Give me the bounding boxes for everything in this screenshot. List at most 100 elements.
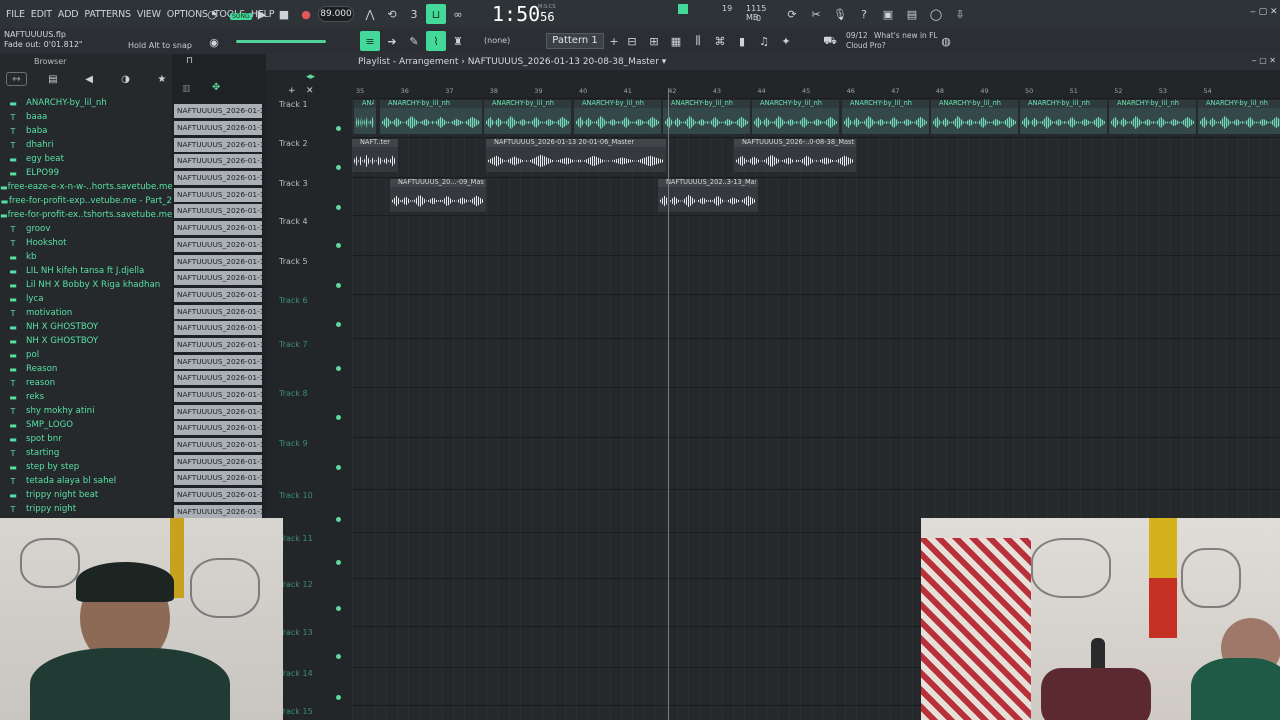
browser-item[interactable]: ▬ egy beat [0,152,172,166]
track-enable-dot[interactable] [336,283,341,288]
help-icon[interactable]: ? [854,4,874,24]
audio-clip[interactable]: ANARCHY-by_lil_nh [484,99,571,134]
star-icon[interactable]: ★ [152,72,172,86]
audio-clip[interactable]: NAFTUUUUS_202..3-13_Master [658,178,758,212]
save-icon[interactable]: ▣ [878,4,898,24]
mixer-icon[interactable]: ⊟ [622,31,642,51]
track-enable-dot[interactable] [336,415,341,420]
add-track-icon[interactable]: + [288,86,296,96]
clip-list-item[interactable]: NAFTUUUUS_2026-01-13... [174,387,264,404]
clip-list-item[interactable]: NAFTUUUUS_2026-01-13... [174,487,264,504]
track-header[interactable]: Track 7 [266,340,352,371]
playlist-window-controls[interactable]: ‒ ▢ ✕ [1252,56,1276,65]
audio-clip[interactable]: ANARCHY-by_lil_nh [380,99,482,134]
add-pattern-icon[interactable]: + [604,31,624,51]
piano-roll-icon[interactable]: ▦ [666,31,686,51]
browser-item[interactable]: Ttrippy night [0,502,172,516]
track-header[interactable]: Track 8 [266,389,352,420]
clip-list-item[interactable]: NAFTUUUUS_2026-01-13... [174,337,264,354]
track-header[interactable]: Track 1 [266,100,352,131]
browser-item[interactable]: ▬ reks [0,390,172,404]
speaker-icon[interactable]: ◀ [79,72,99,86]
arrangement-name[interactable]: NAFTUUUUS_2026-01-13 20-08-38_Master [468,57,659,67]
browser-item[interactable]: ▬ ANARCHY-by_lil_nh [0,96,172,110]
playhead[interactable] [668,88,669,720]
play-icon[interactable]: ▶ [252,4,272,24]
playlist-play-icon[interactable]: ◂▸ [306,72,315,82]
track-enable-dot[interactable] [336,366,341,371]
browser-item[interactable]: Tmotivation [0,306,172,320]
clip-list-item[interactable]: NAFTUUUUS_2026-01-13... [174,470,264,487]
timeline-ruler[interactable]: 35 36 37 38 39 40 41 42 43 44 45 46 47 48 49 50 51 52 53 54 [352,86,1280,98]
browser-item[interactable]: ▬ lyca [0,292,172,306]
browser-item[interactable]: ▬ kb [0,250,172,264]
file-icon[interactable]: ▤ [43,72,63,86]
clip-tool-icon[interactable]: ▥ [182,84,191,94]
microphone-icon[interactable]: 🎙 [830,4,850,24]
plugin-db-icon[interactable]: ⌘ [710,31,730,51]
audio-clip[interactable]: NAFTUUUUS_2026-01-13 20-01-06_Master [486,138,666,172]
track-enable-dot[interactable] [336,517,341,522]
tools-icon[interactable]: ✂ [806,4,826,24]
track-header[interactable]: Track 10 [266,491,352,522]
selection-dropdown[interactable]: (none) [484,36,510,45]
metronome-icon[interactable]: ⋀ [360,4,380,24]
step-edit-icon[interactable]: ⊔ [426,4,446,24]
browser-item[interactable]: ▬ trippy night beat [0,488,172,502]
audio-clip[interactable]: ANARCHY-by_lil_nh [1020,99,1107,134]
browser-item[interactable]: ▬ NH X GHOSTBOY [0,334,172,348]
browser-item[interactable]: Tgroov [0,222,172,236]
vocalize-icon[interactable]: ✦ [776,31,796,51]
clip-list-item[interactable]: NAFTUUUUS_2026-01-13... [174,287,264,304]
menu-view[interactable]: VIEW [137,9,161,20]
browser-item[interactable]: ▬ free-eaze-e-x-n-w-..horts.savetube.me [0,180,172,194]
window-controls[interactable]: ‒ ▢ ✕ [1250,7,1278,17]
snap-icon[interactable]: ✥ [212,82,220,93]
master-volume-slider[interactable] [236,40,326,43]
track-enable-dot[interactable] [336,243,341,248]
audio-clip[interactable]: ANARCHY-by_lil_nh [1109,99,1196,134]
clip-list-item[interactable]: NAFTUUUUS_2026-01-13... [174,453,264,470]
browser-item[interactable]: ▬ free-for-profit-ex..tshorts.savetube.me [0,208,172,222]
audio-clip[interactable]: NAFTUUUUS_20...-09_Master [390,178,486,212]
refresh-icon[interactable]: ⟳ [782,4,802,24]
stamp-icon[interactable]: ♜ [448,31,468,51]
clip-list-item[interactable]: NAFTUUUUS_2026-01-13... [174,120,264,137]
edison-icon[interactable]: ♫ [754,31,774,51]
browser-item[interactable]: T Hookshot [0,236,172,250]
clip-list-item[interactable]: NAFTUUUUS_2026-01-13... [174,320,264,337]
clip-list-item[interactable]: NAFTUUUUS_2026-01-13... [174,437,264,454]
cart-icon[interactable]: ⛟ [820,31,840,51]
menu-add[interactable]: ADD [58,9,79,20]
clip-list-item[interactable]: NAFTUUUUS_2026-01-13... [174,136,264,153]
close-track-icon[interactable]: ✕ [306,86,314,96]
song-mode-toggle[interactable]: SONG [230,13,252,20]
clip-list-item[interactable]: NAFTUUUUS_2026-01-13... [174,237,264,254]
audio-clip[interactable]: NAFTUUUUS_2026-..0-08-38_Master [734,138,856,172]
loop-record-icon[interactable]: ⟲ [382,4,402,24]
track-enable-dot[interactable] [336,205,341,210]
browser-item[interactable]: Tbaba [0,124,172,138]
menu-patterns[interactable]: PATTERNS [84,9,131,20]
audio-clip[interactable]: ANA..l_nh [354,99,376,134]
stop-icon[interactable]: ■ [274,4,294,24]
master-pitch-knob-icon[interactable]: ◉ [204,32,224,52]
clip-list-item[interactable]: NAFTUUUUS_2026-01-13... [174,153,264,170]
track-header[interactable]: Track 3 [266,179,352,210]
blend-notes-icon[interactable]: ∞ [448,4,468,24]
browser-item[interactable]: Tbaaa [0,110,172,124]
track-header[interactable]: Track 5 [266,257,352,288]
channel-rack-icon[interactable]: ⊞ [644,31,664,51]
browser-item[interactable]: ▬ LIL NH kifeh tansa ft J.djella [0,264,172,278]
browser-item[interactable]: ▬ spot bnr [0,432,172,446]
audio-clip[interactable]: NAFT..ter [352,138,398,172]
menu-edit[interactable]: EDIT [31,9,52,20]
track-header[interactable]: Track 2 [266,139,352,170]
browser-item[interactable]: Treason [0,376,172,390]
track-enable-dot[interactable] [336,560,341,565]
chat-icon[interactable]: ◯ [926,4,946,24]
clip-list-item[interactable]: NAFTUUUUS_2026-01-13... [174,170,264,187]
download-icon[interactable]: ⇩ [950,4,970,24]
track-enable-dot[interactable] [336,606,341,611]
track-header[interactable]: Track 4 [266,217,352,248]
